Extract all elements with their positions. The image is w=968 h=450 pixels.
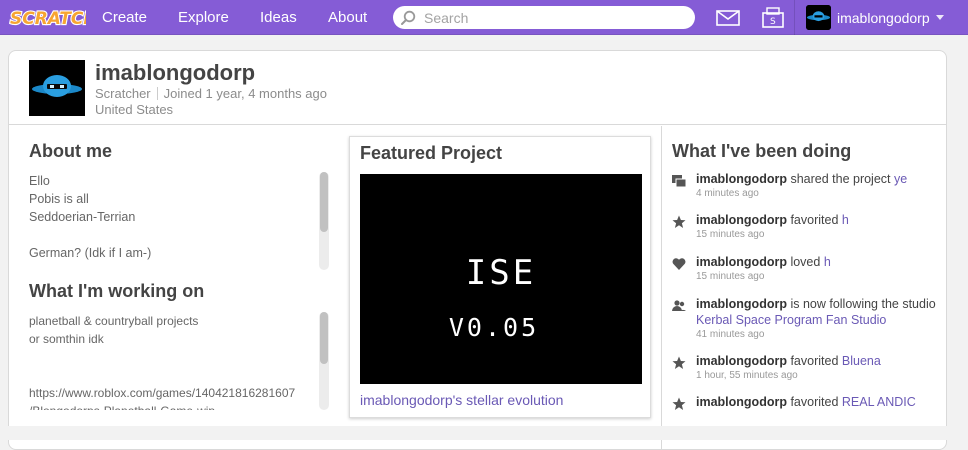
account-username: imablongodorp (837, 9, 930, 26)
users-icon (672, 300, 686, 311)
star-icon (672, 397, 686, 410)
featured-project-title: Featured Project (360, 143, 503, 163)
nav-about[interactable]: About (328, 0, 367, 35)
profile-username: imablongodorp (95, 60, 256, 85)
activity-action: favorited (790, 213, 839, 227)
avatar (806, 5, 831, 30)
profile-meta: Scratcher Joined 1 year, 4 months ago (95, 86, 327, 101)
scrollbar-thumb[interactable] (320, 312, 328, 364)
activity-target[interactable]: h (842, 213, 849, 227)
activity-item: imablongodorp shared the project ye 4 mi… (672, 171, 942, 201)
featured-project-card: Featured Project ISE V0.05 imablongodorp… (349, 136, 651, 418)
activity-action: favorited (790, 395, 839, 409)
activity-item: imablongodorp favorited Bluena 1 hour, 5… (672, 353, 942, 383)
about-me-scrollbar[interactable] (319, 172, 329, 270)
activity-item: imablongodorp loved h 15 minutes ago (672, 254, 942, 284)
profile-box: imablongodorp Scratcher Joined 1 year, 4 … (8, 50, 947, 450)
heart-icon (672, 258, 686, 270)
activity-target[interactable]: REAL ANDIC (842, 395, 916, 409)
activity-action: favorited (790, 354, 839, 368)
nav-ideas[interactable]: Ideas (260, 0, 297, 35)
star-icon (672, 215, 686, 228)
activity-text: imablongodorp favorited h (696, 212, 942, 228)
thumbnail-title-text: ISE (466, 253, 536, 293)
page-bottom (0, 426, 968, 440)
activity-user[interactable]: imablongodorp (696, 255, 787, 269)
activity-time: 15 minutes ago (696, 271, 765, 282)
meta-divider (156, 87, 158, 100)
activity-time: 15 minutes ago (696, 229, 765, 240)
activity-target[interactable]: ye (894, 172, 907, 186)
star-icon (672, 356, 686, 369)
working-on-scrollbar[interactable] (319, 312, 329, 410)
search-icon (401, 10, 416, 25)
activity-item: imablongodorp favorited h 15 minutes ago (672, 212, 942, 242)
activity-item: imablongodorp favorited REAL ANDIC (672, 394, 942, 424)
account-menu[interactable]: imablongodorp (806, 5, 944, 30)
scratch-logo[interactable]: SCRATCH (8, 4, 99, 30)
activity-user[interactable]: imablongodorp (696, 354, 787, 368)
activity-time: 1 hour, 55 minutes ago (696, 370, 798, 381)
search-input[interactable] (424, 8, 684, 27)
activity-text: imablongodorp favorited Bluena (696, 353, 942, 369)
activity-column: What I've been doing imablongodorp share… (661, 126, 946, 449)
activity-user[interactable]: imablongodorp (696, 172, 787, 186)
profile-role: Scratcher (95, 86, 151, 101)
scrollbar-thumb[interactable] (320, 172, 328, 232)
profile-joined: Joined 1 year, 4 months ago (163, 86, 327, 101)
svg-text:S: S (770, 17, 776, 27)
activity-target[interactable]: Kerbal Space Program Fan Studio (696, 313, 886, 327)
nav-create[interactable]: Create (102, 0, 147, 35)
profile-header: imablongodorp Scratcher Joined 1 year, 4 … (9, 51, 946, 125)
activity-target[interactable]: Bluena (842, 354, 881, 368)
activity-text: imablongodorp is now following the studi… (696, 296, 942, 328)
about-me-title: About me (29, 141, 112, 161)
top-navbar: SCRATCH Create Explore Ideas About S ima (0, 0, 968, 35)
activity-item: imablongodorp is now following the studi… (672, 296, 942, 342)
profile-location: United States (95, 102, 174, 117)
search-box[interactable] (393, 6, 695, 29)
my-stuff-icon[interactable]: S (762, 7, 784, 28)
activity-target[interactable]: h (824, 255, 831, 269)
featured-project-thumbnail[interactable]: ISE V0.05 (360, 174, 642, 384)
share-icon (672, 175, 686, 188)
activity-title: What I've been doing (672, 141, 852, 161)
activity-user[interactable]: imablongodorp (696, 213, 787, 227)
activity-user[interactable]: imablongodorp (696, 395, 787, 409)
featured-project-link[interactable]: imablongodorp's stellar evolution (360, 392, 563, 408)
activity-user[interactable]: imablongodorp (696, 297, 787, 311)
activity-text: imablongodorp favorited REAL ANDIC (696, 394, 942, 410)
nav-explore[interactable]: Explore (178, 0, 229, 35)
activity-action: loved (790, 255, 821, 269)
activity-action: is now following the studio (790, 297, 936, 311)
chevron-down-icon (935, 15, 944, 20)
working-on-text: planetball & countryball projects or som… (29, 314, 296, 410)
messages-icon[interactable] (716, 10, 740, 26)
nav-divider (794, 0, 795, 35)
activity-text: imablongodorp loved h (696, 254, 942, 270)
svg-text:SCRATCH: SCRATCH (10, 9, 86, 29)
activity-action: shared the project (790, 172, 891, 186)
about-me-text: Ello Pobis is all Seddoerian-Terrian Ger… (29, 174, 152, 260)
activity-time: 4 minutes ago (696, 188, 759, 199)
profile-avatar[interactable] (29, 60, 85, 116)
thumbnail-version-text: V0.05 (449, 313, 539, 342)
working-on-title: What I'm working on (29, 281, 205, 301)
activity-text: imablongodorp shared the project ye (696, 171, 942, 187)
activity-time: 41 minutes ago (696, 329, 765, 340)
